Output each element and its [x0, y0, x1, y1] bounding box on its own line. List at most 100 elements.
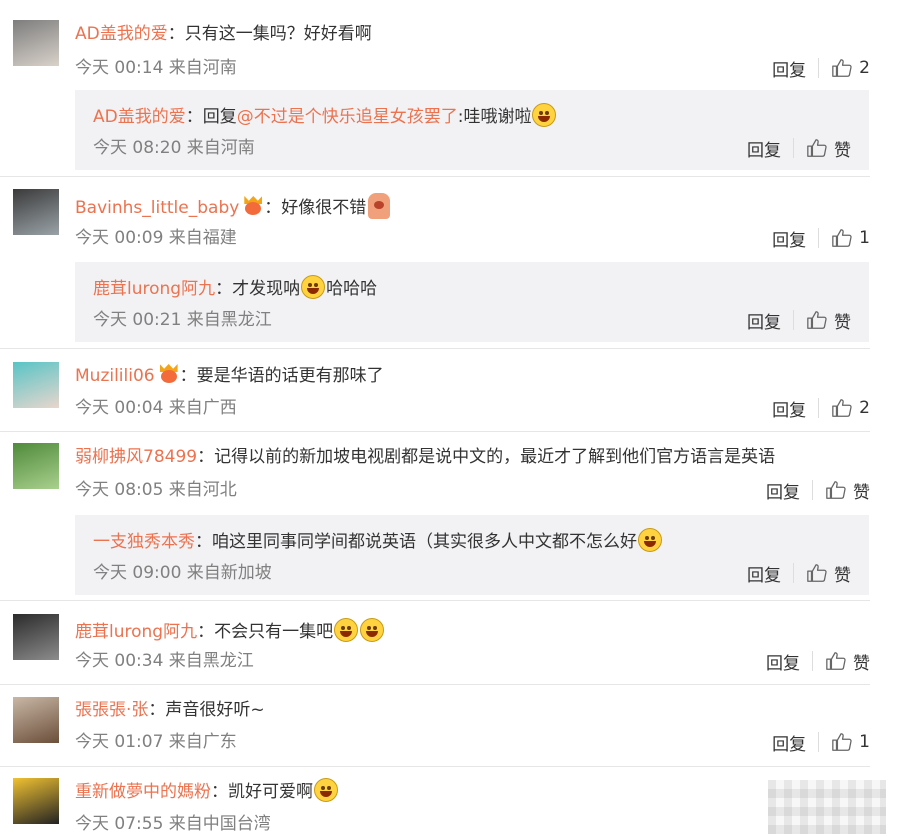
comment-meta: 今天 00:34 来自黑龙江 — [75, 651, 254, 671]
like-count: 2 — [859, 398, 870, 418]
comment-divider — [0, 766, 870, 767]
username-link[interactable]: 鹿茸lurong阿九 — [75, 622, 197, 642]
colon: ： — [185, 107, 203, 127]
comment-line: Muzilili06 ：要是华语的话更有那味了 — [75, 364, 870, 388]
username-link[interactable]: AD盖我的爱 — [93, 107, 186, 127]
action-divider — [818, 58, 820, 78]
comment-divider — [0, 600, 870, 601]
action-divider — [818, 228, 820, 248]
vip-crown-icon — [158, 364, 180, 384]
comment-divider — [0, 684, 870, 685]
comment-text: 要是华语的话更有那味了 — [196, 366, 384, 386]
action-divider — [818, 732, 820, 752]
comment-actions: 回复 赞 — [766, 649, 870, 674]
reply-button[interactable]: 回复 — [747, 561, 781, 586]
avatar[interactable] — [13, 614, 59, 660]
reply-thread: 一支独秀本秀：咱这里同事同学间都说英语（其实很多人中文都不怎么好今天 09:00… — [75, 515, 869, 595]
comment-actions: 回复 1 — [772, 226, 870, 251]
comment-text: 不会只有一集吧 — [214, 622, 334, 642]
like-count: 赞 — [853, 482, 870, 503]
like-count: 2 — [859, 58, 870, 78]
thumbs-up-icon — [826, 481, 846, 499]
username-link[interactable]: 一支独秀本秀 — [93, 532, 195, 552]
comment-line: 弱柳拂风78499：记得以前的新加坡电视剧都是说中文的，最近才了解到他们官方语言… — [75, 445, 870, 469]
username-link[interactable]: Bavinhs_little_baby — [75, 198, 239, 218]
like-count: 赞 — [834, 312, 851, 333]
reply-button[interactable]: 回复 — [772, 56, 806, 81]
comment-divider — [0, 348, 870, 349]
comment-meta: 今天 00:09 来自福建 — [75, 228, 237, 248]
comment-actions: 回复 1 — [772, 730, 870, 755]
comment-actions: 回复 2 — [772, 56, 870, 81]
like-count: 1 — [859, 732, 870, 752]
vip-crown-icon — [242, 196, 264, 216]
reply-meta: 今天 09:00 来自新加坡 — [93, 563, 272, 583]
reply-button[interactable]: 回复 — [747, 136, 781, 161]
mention-link[interactable]: @不过是个快乐追星女孩罢了 — [237, 107, 458, 127]
colon: ： — [197, 622, 215, 642]
like-button[interactable]: 赞 — [806, 308, 851, 333]
reply-text: 咱这里同事同学间都说英语（其实很多人中文都不怎么好 — [212, 532, 637, 552]
reply-button[interactable]: 回复 — [772, 226, 806, 251]
username-link[interactable]: 弱柳拂风78499 — [75, 447, 197, 467]
username-link[interactable]: 重新做夢中的媽粉 — [75, 782, 211, 802]
like-count: 赞 — [853, 653, 870, 674]
avatar[interactable] — [13, 20, 59, 66]
like-button[interactable]: 赞 — [825, 478, 870, 503]
thumbs-up-icon — [832, 399, 852, 417]
like-count: 1 — [859, 228, 870, 248]
avatar[interactable] — [13, 189, 59, 235]
thumbs-up-icon — [807, 564, 827, 582]
like-button[interactable]: 赞 — [806, 561, 851, 586]
like-button[interactable]: 赞 — [806, 136, 851, 161]
reply-line: AD盖我的爱：回复@不过是个快乐追星女孩罢了:哇哦谢啦 — [93, 103, 851, 127]
avatar[interactable] — [13, 362, 59, 408]
reply-thread: 鹿茸lurong阿九：才发现呐 哈哈哈 今天 00:21 来自黑龙江 回复 赞 — [75, 262, 869, 342]
username-link[interactable]: AD盖我的爱 — [75, 24, 168, 44]
like-button[interactable]: 2 — [831, 57, 870, 79]
comment-meta: 今天 00:04 来自广西 — [75, 398, 237, 418]
shy-emoji-icon — [314, 778, 338, 802]
comment-line: 鹿茸lurong阿九：不会只有一集吧 — [75, 618, 870, 642]
reply-button[interactable]: 回复 — [772, 396, 806, 421]
reply-button[interactable]: 回复 — [747, 308, 781, 333]
comment-actions: 回复 赞 — [766, 478, 870, 503]
comment-actions: 回复 2 — [772, 396, 870, 421]
like-count: 赞 — [834, 140, 851, 161]
comment-line: 重新做夢中的媽粉：凯好可爱啊 — [75, 778, 870, 802]
avatar[interactable] — [13, 697, 59, 743]
reply-text: :哇哦谢啦 — [457, 107, 532, 127]
comment-divider — [0, 431, 870, 432]
reply-button[interactable]: 回复 — [766, 649, 800, 674]
comment-meta: 今天 07:55 来自中国台湾 — [75, 814, 271, 834]
thumbs-up-icon — [807, 139, 827, 157]
colon: ： — [167, 24, 185, 44]
like-button[interactable]: 赞 — [825, 649, 870, 674]
like-button[interactable]: 1 — [831, 227, 870, 249]
thumbs-up-icon — [826, 652, 846, 670]
username-link[interactable]: 張張張·张 — [75, 700, 148, 720]
like-count: 赞 — [834, 565, 851, 586]
colon: ： — [197, 447, 215, 467]
laugh-emoji-icon — [638, 528, 662, 552]
reply-prefix: 回复 — [202, 107, 237, 127]
reply-button[interactable]: 回复 — [766, 478, 800, 503]
comment-text: 只有这一集吗？好好看啊 — [184, 24, 372, 44]
avatar[interactable] — [13, 443, 59, 489]
like-button[interactable]: 1 — [831, 731, 870, 753]
colon: ： — [215, 279, 233, 299]
like-button[interactable]: 2 — [831, 397, 870, 419]
avatar[interactable] — [13, 778, 59, 824]
username-link[interactable]: Muzilili06 — [75, 366, 155, 386]
reply-line: 鹿茸lurong阿九：才发现呐 哈哈哈 — [93, 275, 851, 299]
comment-line: Bavinhs_little_baby ：好像很不错 — [75, 193, 870, 219]
comment-divider — [0, 176, 870, 177]
thumbs-up-icon — [807, 311, 827, 329]
action-divider — [793, 310, 794, 330]
username-link[interactable]: 鹿茸lurong阿九 — [93, 279, 215, 299]
colon: ： — [264, 198, 282, 218]
grin-emoji-icon — [301, 275, 326, 299]
reply-button[interactable]: 回复 — [772, 730, 806, 755]
reply-line: 一支独秀本秀：咱这里同事同学间都说英语（其实很多人中文都不怎么好 — [93, 528, 851, 552]
colon: ： — [179, 366, 197, 386]
